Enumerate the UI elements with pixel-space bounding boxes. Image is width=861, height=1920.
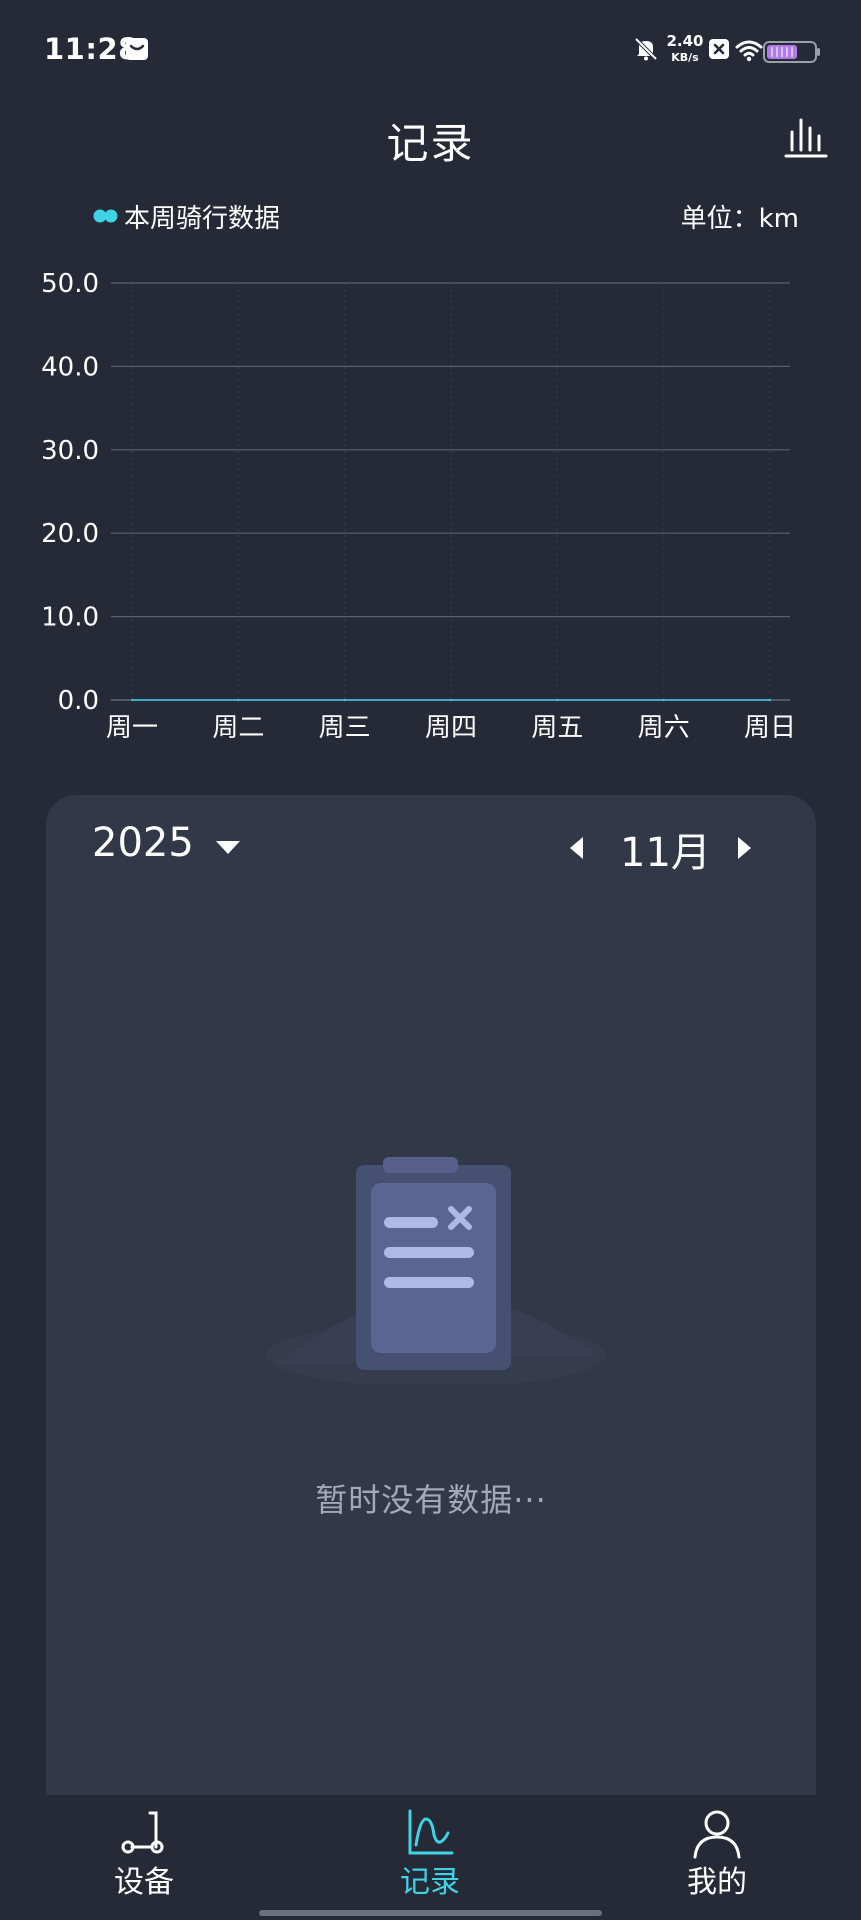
legend-marker-icon <box>93 209 118 223</box>
x-tick-label: 周五 <box>531 713 583 743</box>
y-tick-label: 50.0 <box>41 269 99 299</box>
bell-muted-icon <box>634 37 658 61</box>
chart-legend: 本周骑行数据 <box>92 198 280 234</box>
nav-label-device: 设备 <box>114 1865 174 1900</box>
nav-item-profile[interactable]: 我的 <box>627 1795 807 1905</box>
message-icon <box>126 38 148 60</box>
y-tick-label: 30.0 <box>41 436 99 466</box>
y-tick-label: 0.0 <box>58 686 99 716</box>
data-point <box>769 699 771 701</box>
x-axis-ticks: 周一 周二 周三 周四 周五 周六 周日 <box>106 713 796 743</box>
unit-label: 单位：km <box>680 204 799 234</box>
records-card: 2025 11月 暂时没有数据··· <box>46 795 816 1795</box>
data-point <box>131 699 133 701</box>
x-tick-label: 周一 <box>106 713 158 743</box>
data-point <box>450 699 452 701</box>
page-title: 记录 <box>386 119 475 168</box>
nav-label-records: 记录 <box>400 1865 460 1900</box>
x-tick-label: 周日 <box>744 713 796 743</box>
data-point <box>662 699 665 701</box>
chart-series <box>131 699 771 701</box>
records-chart-icon <box>408 1809 454 1855</box>
nav-item-device[interactable]: 设备 <box>54 1795 234 1905</box>
home-indicator[interactable] <box>259 1910 602 1916</box>
nav-label-profile: 我的 <box>687 1865 747 1900</box>
empty-state-text: 暂时没有数据··· <box>315 1481 547 1519</box>
data-point <box>343 699 346 701</box>
status-bar: 11:28 2.40 KB/s <box>0 0 861 100</box>
scooter-icon <box>121 1811 164 1854</box>
x-tick-label: 周六 <box>638 713 690 743</box>
data-point <box>556 699 559 701</box>
chart-grid <box>111 282 790 701</box>
status-time: 11:28 <box>44 32 139 66</box>
empty-clipboard-icon <box>266 1157 606 1385</box>
network-speed-unit: KB/s <box>671 51 699 64</box>
no-sim-icon <box>709 39 729 59</box>
next-month-icon[interactable] <box>738 837 751 859</box>
y-tick-label: 40.0 <box>41 352 99 382</box>
prev-month-icon[interactable] <box>570 837 583 859</box>
year-selector[interactable]: 2025 <box>92 820 194 866</box>
x-tick-label: 周三 <box>319 713 371 743</box>
network-speed-value: 2.40 <box>666 32 704 50</box>
weekly-riding-chart: 50.0 40.0 30.0 20.0 10.0 0.0 周一 周二 周三 周四 周五 周六 周日 <box>41 269 796 743</box>
bar-chart-icon[interactable] <box>782 114 830 162</box>
year-dropdown-icon[interactable] <box>216 841 240 854</box>
bottom-nav: 设备 记录 我的 <box>0 1795 861 1920</box>
network-speed: 2.40 KB/s <box>665 32 705 64</box>
y-tick-label: 10.0 <box>41 603 99 633</box>
y-axis-ticks: 50.0 40.0 30.0 20.0 10.0 0.0 <box>41 269 99 716</box>
battery-icon <box>763 41 820 63</box>
nav-item-records[interactable]: 记录 <box>340 1795 520 1905</box>
y-tick-label: 20.0 <box>41 519 99 549</box>
month-label: 11月 <box>620 830 711 876</box>
x-tick-label: 周二 <box>212 713 264 743</box>
wifi-icon <box>735 40 763 62</box>
x-tick-label: 周四 <box>425 713 477 743</box>
data-point <box>237 699 240 701</box>
user-icon <box>693 1810 741 1859</box>
legend-label: 本周骑行数据 <box>124 203 281 234</box>
